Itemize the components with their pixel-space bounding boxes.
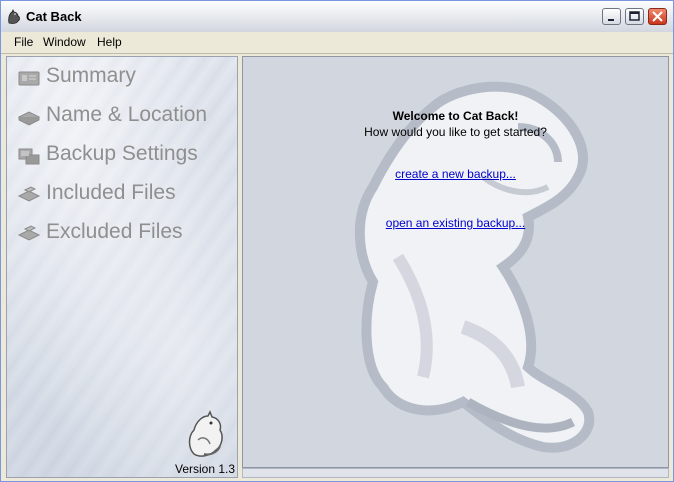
menu-help[interactable]: Help	[97, 35, 122, 49]
cat-app-icon	[8, 9, 20, 24]
close-icon	[652, 11, 663, 22]
cat-logo-icon	[188, 410, 223, 457]
sidebar-item-label: Included Files	[46, 181, 176, 204]
menu-window[interactable]: Window	[43, 35, 86, 49]
maximize-icon	[629, 11, 640, 21]
welcome-subheading: How would you like to get started?	[364, 125, 547, 139]
menu-file[interactable]: File	[14, 35, 33, 49]
create-backup-link-row: create a new backup...	[243, 167, 668, 181]
open-backup-link-row: open an existing backup...	[243, 216, 668, 230]
excluded-files-icon	[17, 225, 41, 241]
welcome-heading: Welcome to Cat Back!	[392, 109, 519, 123]
sidebar-item-label: Backup Settings	[46, 142, 198, 165]
summary-icon	[18, 71, 40, 86]
status-bar	[242, 468, 669, 478]
app-window: Cat Back File Window Help Summary Name &…	[0, 0, 674, 482]
version-label: Version 1.3	[175, 462, 236, 476]
backup-settings-icon	[18, 148, 40, 165]
name-location-icon	[17, 111, 41, 126]
sidebar-item-label: Name & Location	[46, 103, 208, 126]
close-button[interactable]	[648, 8, 667, 25]
create-backup-link[interactable]: create a new backup...	[395, 167, 516, 181]
included-files-icon	[17, 186, 41, 202]
minimize-button[interactable]	[602, 8, 621, 25]
window-title: Cat Back	[26, 9, 82, 24]
title-bar[interactable]: Cat Back	[1, 1, 673, 33]
welcome-panel: Welcome to Cat Back! How would you like …	[242, 56, 669, 468]
menu-bar: File Window Help	[1, 32, 673, 54]
maximize-button[interactable]	[625, 8, 644, 25]
open-backup-link[interactable]: open an existing backup...	[386, 216, 525, 230]
sidebar-item-label: Summary	[46, 64, 136, 87]
minimize-icon	[608, 19, 614, 21]
navigation-sidebar: Summary Name & Location Backup Settings …	[6, 56, 238, 478]
sidebar-item-label: Excluded Files	[46, 220, 183, 243]
